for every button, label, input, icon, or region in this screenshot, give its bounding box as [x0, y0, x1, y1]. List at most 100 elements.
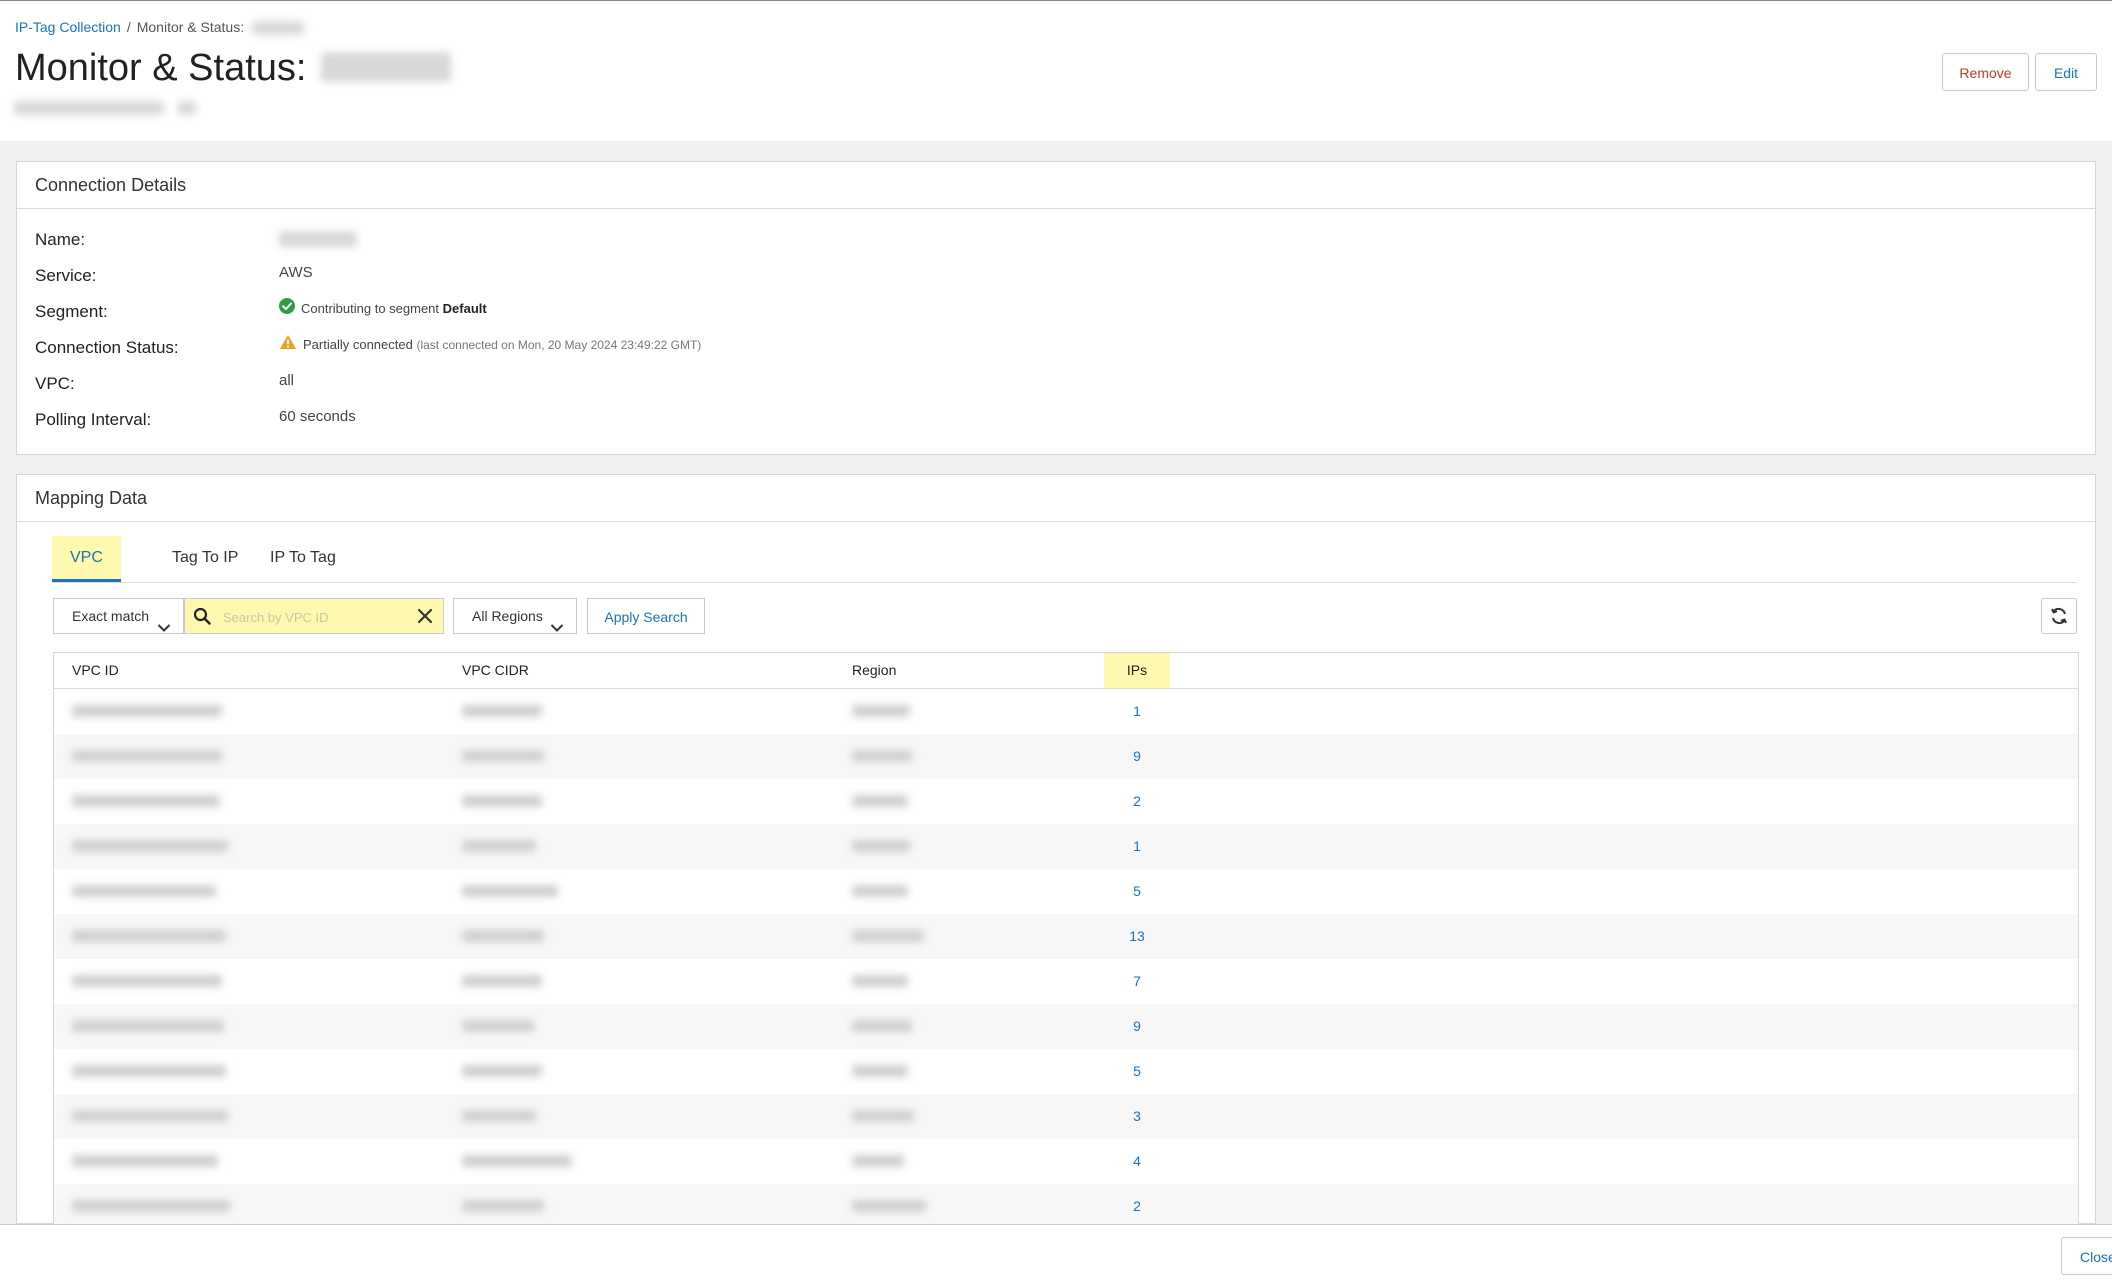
chevron-down-icon — [550, 611, 564, 645]
vpc-search-input[interactable] — [221, 605, 405, 629]
column-header-region[interactable]: Region — [852, 653, 896, 688]
table-header: VPC ID VPC CIDR Region IPs — [54, 653, 2078, 689]
table-row: 7 — [54, 959, 2078, 1004]
connection-status-label: Connection Status: — [35, 338, 179, 357]
vpc-cidr-cell-redacted — [462, 914, 544, 959]
segment-text: Contributing to segment — [301, 301, 440, 316]
region-dropdown[interactable]: All Regions — [453, 598, 577, 634]
region-cell-redacted — [852, 1049, 908, 1094]
vpc-cidr-cell-redacted — [462, 869, 558, 914]
connection-details-title: Connection Details — [17, 162, 2095, 209]
ips-count-link[interactable]: 1 — [1104, 824, 1170, 869]
vpc-cidr-cell-redacted — [462, 1139, 572, 1184]
ips-count-link[interactable]: 9 — [1104, 734, 1170, 779]
column-header-ips[interactable]: IPs — [1104, 653, 1170, 688]
table-row: 5 — [54, 1049, 2078, 1094]
refresh-icon — [2051, 607, 2067, 625]
region-cell-redacted — [852, 1094, 914, 1139]
redacted-subtitle — [14, 99, 197, 117]
vpc-cidr-cell-redacted — [462, 824, 536, 869]
region-cell-redacted — [852, 689, 910, 734]
column-header-vpc-cidr[interactable]: VPC CIDR — [462, 653, 529, 688]
vpc-id-cell-redacted — [72, 779, 220, 824]
ips-count-link[interactable]: 13 — [1104, 914, 1170, 959]
close-icon[interactable] — [417, 608, 433, 629]
search-icon — [193, 607, 211, 630]
mapping-tabs: VPC Tag To IP IP To Tag — [52, 536, 2076, 583]
page-header: IP-Tag Collection / Monitor & Status: Moni… — [0, 1, 2112, 141]
polling-interval-label: Polling Interval: — [35, 410, 152, 429]
vpc-cidr-cell-redacted — [462, 959, 542, 1004]
chevron-down-icon — [157, 611, 171, 645]
ips-count-link[interactable]: 2 — [1104, 779, 1170, 824]
vpc-id-cell-redacted — [72, 1094, 228, 1139]
segment-label: Segment: — [35, 302, 108, 321]
region-cell-redacted — [852, 824, 910, 869]
ips-count-link[interactable]: 2 — [1104, 1184, 1170, 1226]
ips-count-link[interactable]: 1 — [1104, 689, 1170, 734]
vpc-cidr-cell-redacted — [462, 689, 542, 734]
dialog-footer: Close — [0, 1224, 2112, 1286]
column-header-vpc-id[interactable]: VPC ID — [72, 653, 119, 688]
vpc-id-cell-redacted — [72, 959, 222, 1004]
name-label: Name: — [35, 230, 86, 249]
vpc-id-cell-redacted — [72, 914, 226, 959]
tab-tag-to-ip[interactable]: Tag To IP — [154, 536, 256, 580]
mapping-data-card: Mapping Data VPC Tag To IP IP To Tag Exa… — [16, 474, 2096, 1226]
region-cell-redacted — [852, 734, 912, 779]
page-title: Monitor & Status: — [15, 47, 452, 90]
vpc-cidr-cell-redacted — [462, 1049, 542, 1094]
warning-icon — [279, 332, 297, 360]
mapping-data-title: Mapping Data — [17, 475, 2095, 522]
ips-count-link[interactable]: 5 — [1104, 1049, 1170, 1094]
edit-button[interactable]: Edit — [2035, 53, 2097, 91]
region-cell-redacted — [852, 779, 908, 824]
table-row: 9 — [54, 1004, 2078, 1049]
redacted-title-name — [321, 51, 452, 82]
check-circle-icon — [279, 296, 295, 324]
connection-status-value: Partially connected (last connected on M… — [279, 331, 701, 360]
polling-interval-value: 60 seconds — [279, 408, 356, 425]
table-row: 1 — [54, 824, 2078, 869]
table-row: 5 — [54, 869, 2078, 914]
ips-count-link[interactable]: 5 — [1104, 869, 1170, 914]
remove-button[interactable]: Remove — [1942, 53, 2029, 91]
segment-name: Default — [442, 301, 487, 316]
connection-details-card: Connection Details Name: Service: AWS Se… — [16, 161, 2096, 455]
close-button[interactable]: Close — [2061, 1237, 2112, 1275]
table-row: 2 — [54, 1184, 2078, 1226]
vpc-cidr-cell-redacted — [462, 1184, 544, 1226]
service-value: AWS — [279, 264, 313, 281]
table-row: 1 — [54, 689, 2078, 734]
service-label: Service: — [35, 266, 97, 285]
vpc-cidr-cell-redacted — [462, 734, 544, 779]
region-cell-redacted — [852, 959, 908, 1004]
vpc-id-cell-redacted — [72, 689, 222, 734]
tab-ip-to-tag[interactable]: IP To Tag — [252, 536, 354, 580]
breadcrumb: IP-Tag Collection / Monitor & Status: — [15, 19, 304, 36]
ips-count-link[interactable]: 3 — [1104, 1094, 1170, 1139]
table-row: 13 — [54, 914, 2078, 959]
breadcrumb-ip-tag-collection-link[interactable]: IP-Tag Collection — [15, 19, 121, 35]
ips-count-link[interactable]: 9 — [1104, 1004, 1170, 1049]
table-row: 4 — [54, 1139, 2078, 1184]
vpc-cidr-cell-redacted — [462, 1094, 536, 1139]
match-type-label: Exact match — [72, 608, 150, 624]
page-title-text: Monitor & Status: — [15, 47, 307, 89]
search-toolbar: Exact match All Regions Apply Search — [53, 598, 2077, 634]
name-value-redacted — [279, 226, 357, 254]
table-row: 3 — [54, 1094, 2078, 1139]
match-type-dropdown[interactable]: Exact match — [53, 598, 184, 634]
breadcrumb-separator: / — [126, 19, 131, 35]
segment-value: Contributing to segment Default — [279, 295, 487, 324]
vpc-id-cell-redacted — [72, 869, 216, 914]
tab-vpc[interactable]: VPC — [52, 536, 121, 582]
ips-count-link[interactable]: 4 — [1104, 1139, 1170, 1184]
region-cell-redacted — [852, 869, 908, 914]
ips-count-link[interactable]: 7 — [1104, 959, 1170, 1004]
apply-search-button[interactable]: Apply Search — [587, 598, 705, 634]
vpc-id-cell-redacted — [72, 734, 222, 779]
refresh-button[interactable] — [2041, 598, 2077, 634]
vpc-label: VPC: — [35, 374, 75, 393]
table-row: 9 — [54, 734, 2078, 779]
